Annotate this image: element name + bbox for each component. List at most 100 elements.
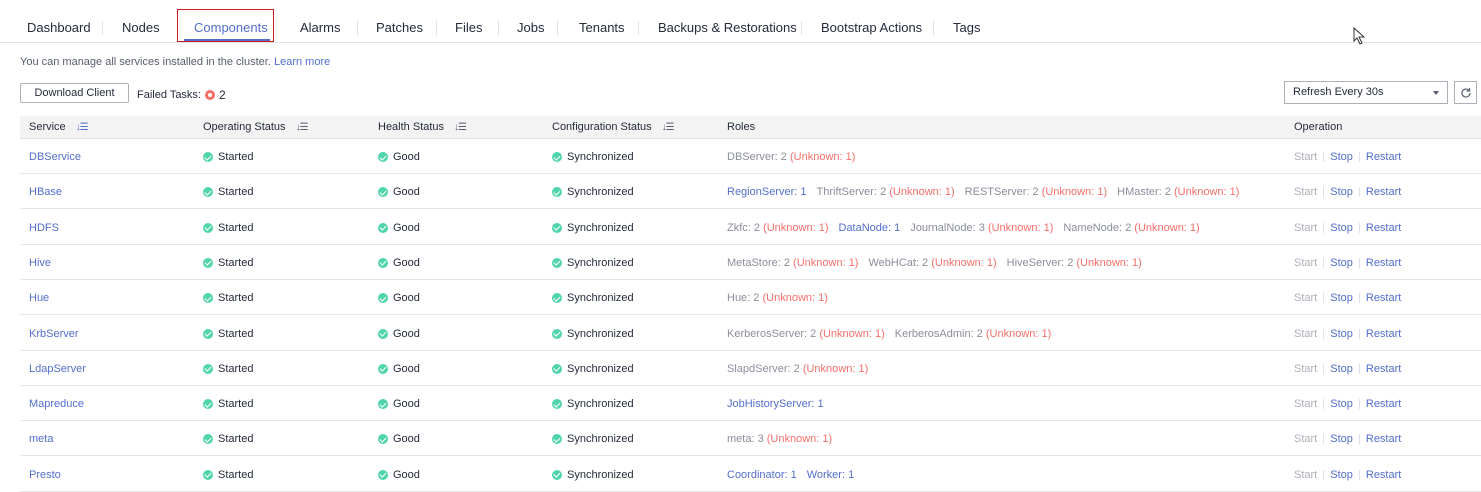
role-item: SlapdServer: 2 (Unknown: 1) xyxy=(727,362,869,375)
role-unknown-count[interactable]: (Unknown: 1) xyxy=(986,328,1051,340)
restart-button[interactable]: Restart xyxy=(1366,433,1401,445)
service-link[interactable]: HBase xyxy=(29,186,62,198)
sort-icon[interactable]: ↓☰ xyxy=(296,122,309,133)
service-link[interactable]: meta xyxy=(29,433,53,445)
stop-button[interactable]: Stop xyxy=(1330,433,1353,445)
stop-button[interactable]: Stop xyxy=(1330,469,1353,481)
divider xyxy=(1358,293,1360,304)
role-item: JournalNode: 3 (Unknown: 1) xyxy=(910,221,1054,234)
restart-button[interactable]: Restart xyxy=(1366,292,1401,304)
restart-button[interactable]: Restart xyxy=(1366,363,1401,375)
roles-cell: JobHistoryServer: 1 xyxy=(727,398,834,410)
start-button[interactable]: Start xyxy=(1294,363,1317,375)
role-unknown-count[interactable]: (Unknown: 1) xyxy=(931,257,996,269)
roles-cell: DBServer: 2 (Unknown: 1) xyxy=(727,151,865,163)
role-unknown-count[interactable]: (Unknown: 1) xyxy=(1042,186,1107,198)
restart-button[interactable]: Restart xyxy=(1366,328,1401,340)
role-unknown-count[interactable]: (Unknown: 1) xyxy=(763,222,828,234)
service-link[interactable]: DBService xyxy=(29,151,81,163)
tab-patches[interactable]: Patches xyxy=(376,20,423,35)
check-circle-icon xyxy=(552,469,562,480)
tab-nodes[interactable]: Nodes xyxy=(122,20,160,35)
tab-tags[interactable]: Tags xyxy=(953,20,980,35)
divider xyxy=(1323,434,1325,445)
start-button[interactable]: Start xyxy=(1294,469,1317,481)
service-link[interactable]: HDFS xyxy=(29,222,59,234)
stop-button[interactable]: Stop xyxy=(1330,328,1353,340)
restart-button[interactable]: Restart xyxy=(1366,186,1401,198)
tab-bootstrap-actions[interactable]: Bootstrap Actions xyxy=(821,20,922,35)
sort-icon[interactable]: ↓☰ xyxy=(662,122,675,133)
refresh-interval-select[interactable]: Refresh Every 30s xyxy=(1284,81,1448,104)
stop-button[interactable]: Stop xyxy=(1330,398,1353,410)
tab-backups-restorations[interactable]: Backups & Restorations xyxy=(658,20,797,35)
service-link[interactable]: Presto xyxy=(29,469,61,481)
stop-button[interactable]: Stop xyxy=(1330,186,1353,198)
tab-jobs[interactable]: Jobs xyxy=(517,20,544,35)
start-button[interactable]: Start xyxy=(1294,151,1317,163)
role-unknown-count[interactable]: (Unknown: 1) xyxy=(803,363,868,375)
column-service[interactable]: Service ↓☰ xyxy=(29,121,89,133)
roles-cell: SlapdServer: 2 (Unknown: 1) xyxy=(727,363,878,375)
role-item[interactable]: JobHistoryServer: 1 xyxy=(727,398,824,410)
role-unknown-count[interactable]: (Unknown: 1) xyxy=(1174,186,1239,198)
service-link[interactable]: LdapServer xyxy=(29,363,86,375)
tab-files[interactable]: Files xyxy=(455,20,482,35)
failed-tasks-count[interactable]: 2 xyxy=(219,88,226,102)
service-link[interactable]: Hue xyxy=(29,292,49,304)
column-operation: Operation xyxy=(1294,121,1343,133)
start-button[interactable]: Start xyxy=(1294,433,1317,445)
stop-button[interactable]: Stop xyxy=(1330,292,1353,304)
configuration-status: Synchronized xyxy=(552,186,634,198)
tab-tenants[interactable]: Tenants xyxy=(579,20,625,35)
role-item[interactable]: DataNode: 1 xyxy=(839,222,901,234)
table-row: LdapServer Started Good Synchronized SlapdSe… xyxy=(20,350,1481,386)
role-unknown-count[interactable]: (Unknown: 1) xyxy=(988,222,1053,234)
role-unknown-count[interactable]: (Unknown: 1) xyxy=(793,257,858,269)
role-unknown-count[interactable]: (Unknown: 1) xyxy=(790,151,855,163)
start-button[interactable]: Start xyxy=(1294,257,1317,269)
start-button[interactable]: Start xyxy=(1294,398,1317,410)
role-unknown-count[interactable]: (Unknown: 1) xyxy=(889,186,954,198)
stop-button[interactable]: Stop xyxy=(1330,222,1353,234)
start-button[interactable]: Start xyxy=(1294,186,1317,198)
operating-status: Started xyxy=(203,363,253,375)
restart-button[interactable]: Restart xyxy=(1366,222,1401,234)
tab-alarms[interactable]: Alarms xyxy=(300,20,340,35)
role-unknown-count[interactable]: (Unknown: 1) xyxy=(762,292,827,304)
role-unknown-count[interactable]: (Unknown: 1) xyxy=(767,433,832,445)
role-item[interactable]: Coordinator: 1 xyxy=(727,469,797,481)
restart-button[interactable]: Restart xyxy=(1366,398,1401,410)
restart-button[interactable]: Restart xyxy=(1366,469,1401,481)
role-item[interactable]: Worker: 1 xyxy=(807,469,854,481)
download-client-button[interactable]: Download Client xyxy=(20,83,129,103)
restart-button[interactable]: Restart xyxy=(1366,151,1401,163)
role-unknown-count[interactable]: (Unknown: 1) xyxy=(1134,222,1199,234)
divider xyxy=(1323,152,1325,162)
service-link[interactable]: KrbServer xyxy=(29,328,79,340)
sort-icon[interactable]: ↓☰ xyxy=(454,122,467,133)
sort-icon[interactable]: ↓☰ xyxy=(76,122,89,133)
description-text: You can manage all services installed in… xyxy=(20,56,271,68)
refresh-button[interactable] xyxy=(1454,81,1477,104)
failed-tasks[interactable]: Failed Tasks: 2 xyxy=(137,88,226,102)
column-health-status[interactable]: Health Status ↓☰ xyxy=(378,121,467,133)
column-configuration-status[interactable]: Configuration Status ↓☰ xyxy=(552,121,675,133)
check-circle-icon xyxy=(552,257,562,268)
learn-more-link[interactable]: Learn more xyxy=(274,56,330,68)
service-link[interactable]: Mapreduce xyxy=(29,398,84,410)
restart-button[interactable]: Restart xyxy=(1366,257,1401,269)
start-button[interactable]: Start xyxy=(1294,328,1317,340)
column-operating-status[interactable]: Operating Status ↓☰ xyxy=(203,121,309,133)
tab-divider xyxy=(357,21,358,35)
stop-button[interactable]: Stop xyxy=(1330,151,1353,163)
role-unknown-count[interactable]: (Unknown: 1) xyxy=(1076,257,1141,269)
start-button[interactable]: Start xyxy=(1294,292,1317,304)
stop-button[interactable]: Stop xyxy=(1330,363,1353,375)
role-unknown-count[interactable]: (Unknown: 1) xyxy=(819,328,884,340)
service-link[interactable]: Hive xyxy=(29,257,51,269)
role-item[interactable]: RegionServer: 1 xyxy=(727,186,807,198)
start-button[interactable]: Start xyxy=(1294,222,1317,234)
tab-dashboard[interactable]: Dashboard xyxy=(27,20,91,35)
stop-button[interactable]: Stop xyxy=(1330,257,1353,269)
